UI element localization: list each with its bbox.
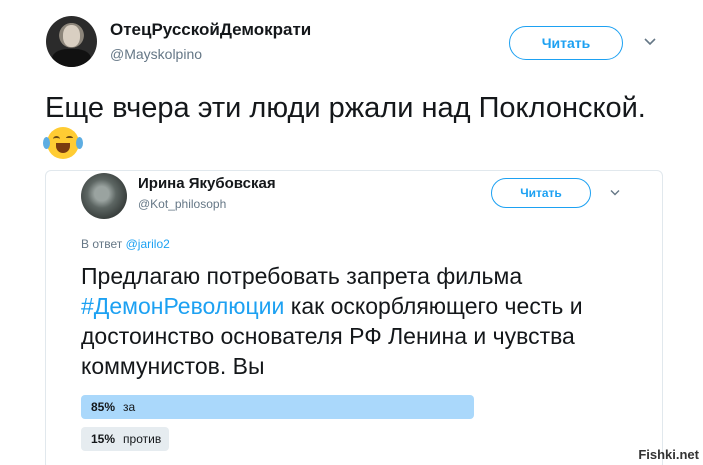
poll-option-yes: 85% за xyxy=(81,395,474,419)
author-avatar[interactable] xyxy=(46,16,97,67)
quoted-author-handle[interactable]: @Kot_philosoph xyxy=(138,197,226,211)
poll-option-label: за xyxy=(123,400,136,414)
avatar-face xyxy=(63,25,80,47)
reply-context: В ответ @jarilo2 xyxy=(81,237,170,251)
chevron-down-icon[interactable] xyxy=(643,35,657,49)
author-name[interactable]: ОтецРусскойДемократи xyxy=(110,20,311,40)
author-handle[interactable]: @Mayskolpino xyxy=(110,46,202,62)
reply-prefix: В ответ xyxy=(81,237,123,251)
hashtag-link[interactable]: #ДемонРеволюции xyxy=(81,293,284,319)
tweet: ОтецРусскойДемократи @Mayskolpino Читать… xyxy=(0,0,703,465)
quoted-follow-button[interactable]: Читать xyxy=(491,178,591,208)
quoted-author-name[interactable]: Ирина Якубовская xyxy=(138,175,276,192)
poll-option-label: против xyxy=(123,432,162,446)
poll-option-no: 15% против xyxy=(81,427,169,451)
tweet-text-body: Еще вчера эти люди ржали над Поклонской. xyxy=(45,92,646,124)
poll-percent: 15% xyxy=(91,432,116,446)
tweet-text: Еще вчера эти люди ржали над Поклонской. xyxy=(43,90,665,164)
face-with-tears-of-joy-icon xyxy=(43,127,83,159)
poll-percent: 85% xyxy=(91,400,116,414)
reply-mention-link[interactable]: @jarilo2 xyxy=(126,237,170,251)
quoted-chevron-down-icon[interactable] xyxy=(609,187,621,199)
follow-button[interactable]: Читать xyxy=(509,26,623,60)
avatar-coat xyxy=(52,49,91,67)
quoted-author-avatar[interactable] xyxy=(81,173,127,219)
quoted-tweet[interactable]: Ирина Якубовская @Kot_philosoph Читать В… xyxy=(45,170,663,465)
quoted-tweet-text: Предлагаю потребовать запрета фильма #Де… xyxy=(81,261,641,381)
quoted-text-before: Предлагаю потребовать запрета фильма xyxy=(81,263,523,289)
watermark: Fishki.net xyxy=(638,447,699,462)
